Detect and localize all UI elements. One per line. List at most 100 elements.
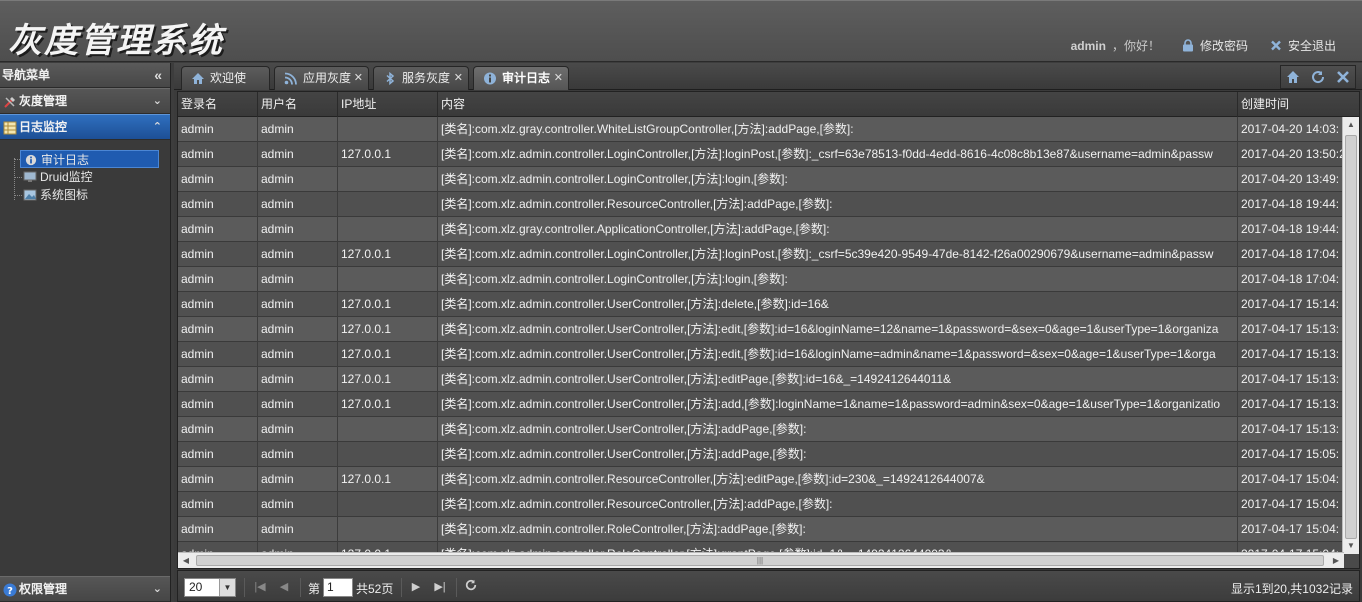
close-tab-icon[interactable]: ✕ (354, 67, 363, 89)
app-header: 灰度管理系统 admin ，你好！ 修改密码 安全退出 (0, 0, 1362, 62)
chevron-down-icon[interactable]: ▼ (219, 579, 235, 596)
table-row[interactable]: admin admin [类名]:com.xlz.gray.controller.W… (178, 117, 1344, 142)
info-icon (484, 72, 496, 85)
scroll-right-icon[interactable]: ▶ (1328, 553, 1344, 568)
scroll-down-icon[interactable]: ▼ (1343, 538, 1359, 554)
table-row[interactable]: admin admin [类名]:com.xlz.admin.controller.… (178, 492, 1344, 517)
change-password-link[interactable]: 修改密码 (1182, 37, 1248, 54)
table-row[interactable]: admin admin 127.0.0.1 [类名]:com.xlz.admin.co… (178, 467, 1344, 492)
last-page-button[interactable]: ▶| (432, 579, 448, 595)
scrollbar-thumb[interactable]: ||| (196, 555, 1324, 566)
tree-item-audit-log[interactable]: 审计日志 (20, 150, 159, 168)
scrollbar-thumb[interactable] (1345, 135, 1357, 539)
close-tab-icon[interactable]: ✕ (554, 67, 563, 89)
table-row[interactable]: admin admin [类名]:com.xlz.gray.controller.A… (178, 217, 1344, 242)
scroll-left-icon[interactable]: ◀ (178, 553, 194, 568)
table-row[interactable]: admin admin [类名]:com.xlz.admin.controller.… (178, 517, 1344, 542)
cell-content: [类名]:com.xlz.admin.controller.UserContro… (438, 367, 1238, 392)
cell-user-name: admin (258, 267, 338, 292)
home-icon (192, 73, 204, 84)
cell-content: [类名]:com.xlz.admin.controller.RoleContro… (438, 517, 1238, 542)
tree-item-druid[interactable]: Druid监控 (0, 168, 170, 186)
chevron-up-icon: ⌃ (152, 121, 162, 133)
tab-service-gray[interactable]: 服务灰度 ✕ (373, 66, 469, 90)
table-row[interactable]: admin admin 127.0.0.1 [类名]:com.xlz.admin.co… (178, 317, 1344, 342)
next-page-button[interactable]: ▶ (408, 579, 424, 595)
cell-user-name: admin (258, 217, 338, 242)
table-row[interactable]: admin admin 127.0.0.1 [类名]:com.xlz.admin.co… (178, 292, 1344, 317)
cell-ip (338, 442, 438, 467)
close-tab-icon[interactable]: ✕ (454, 67, 463, 89)
sidebar-section-gray[interactable]: 灰度管理 ⌄ (0, 88, 170, 114)
tab-welcome[interactable]: 欢迎使用 (181, 66, 270, 107)
table-row[interactable]: admin admin 127.0.0.1 [类名]:com.xlz.admin.co… (178, 367, 1344, 392)
first-page-button[interactable]: |◀ (252, 579, 268, 595)
refresh-icon[interactable] (1311, 70, 1325, 84)
cell-created: 2017-04-17 15:13: (1238, 392, 1344, 417)
table-row[interactable]: admin admin 127.0.0.1 [类名]:com.xlz.admin.co… (178, 242, 1344, 267)
page-size-select[interactable]: 20 ▼ (184, 578, 236, 597)
divider (300, 578, 301, 597)
home-icon[interactable] (1286, 70, 1300, 84)
sidebar-section-logs[interactable]: 日志监控 ⌃ (0, 114, 170, 140)
prev-page-button[interactable]: ◀ (276, 579, 292, 595)
column-header-created[interactable]: 创建时间 (1238, 92, 1359, 117)
cell-created: 2017-04-20 14:03: (1238, 117, 1344, 142)
cell-login-name: admin (178, 292, 258, 317)
collapse-sidebar-icon[interactable]: « (154, 63, 162, 87)
table-row[interactable]: admin admin [类名]:com.xlz.admin.controller.… (178, 442, 1344, 467)
refresh-icon[interactable] (463, 579, 479, 595)
cell-content: [类名]:com.xlz.admin.controller.UserContro… (438, 392, 1238, 417)
cell-ip: 127.0.0.1 (338, 317, 438, 342)
cell-content: [类名]:com.xlz.admin.controller.UserContro… (438, 292, 1238, 317)
cell-login-name: admin (178, 467, 258, 492)
logout-link[interactable]: 安全退出 (1270, 37, 1336, 54)
cell-user-name: admin (258, 142, 338, 167)
tab-app-gray[interactable]: 应用灰度 ✕ (274, 66, 369, 90)
cell-user-name: admin (258, 192, 338, 217)
tree-item-label: 系统图标 (40, 188, 89, 202)
cell-ip: 127.0.0.1 (338, 242, 438, 267)
table-row[interactable]: admin admin [类名]:com.xlz.admin.controller.… (178, 167, 1344, 192)
cell-login-name: admin (178, 242, 258, 267)
tab-audit-log[interactable]: 审计日志 ✕ (473, 66, 569, 90)
sidebar-section-permissions[interactable]: ? 权限管理 ⌄ (0, 576, 170, 602)
cell-ip (338, 492, 438, 517)
grid-header: 登录名 用户名 IP地址 内容 创建时间 (178, 92, 1359, 117)
cell-ip: 127.0.0.1 (338, 467, 438, 492)
table-row[interactable]: admin admin 127.0.0.1 [类名]:com.xlz.admin.co… (178, 392, 1344, 417)
cell-login-name: admin (178, 192, 258, 217)
sidebar: 导航菜单 « 灰度管理 ⌄ 日志监控 ⌃ 审计日志 Druid监控 系统图标 ?… (0, 63, 171, 602)
cell-login-name: admin (178, 392, 258, 417)
cell-created: 2017-04-18 17:04: (1238, 242, 1344, 267)
column-header-login-name[interactable]: 登录名 (178, 92, 258, 117)
cell-user-name: admin (258, 342, 338, 367)
tab-tools (1280, 65, 1356, 89)
divider (401, 578, 402, 597)
horizontal-scrollbar[interactable]: ◀ ||| ▶ (178, 552, 1344, 568)
scroll-up-icon[interactable]: ▲ (1343, 117, 1359, 133)
app-title: 灰度管理系统 (8, 21, 224, 61)
cell-user-name: admin (258, 392, 338, 417)
table-row[interactable]: admin admin [类名]:com.xlz.admin.controller.… (178, 192, 1344, 217)
cell-content: [类名]:com.xlz.admin.controller.ResourceCo… (438, 492, 1238, 517)
vertical-scrollbar[interactable]: ▲ ▼ (1342, 117, 1359, 554)
current-page-input[interactable]: 1 (323, 578, 353, 597)
cell-user-name: admin (258, 417, 338, 442)
cell-content: [类名]:com.xlz.admin.controller.ResourceCo… (438, 192, 1238, 217)
table-row[interactable]: admin admin [类名]:com.xlz.admin.controller.… (178, 267, 1344, 292)
tree-item-system-icons[interactable]: 系统图标 (0, 186, 170, 204)
table-row[interactable]: admin admin [类名]:com.xlz.admin.controller.… (178, 417, 1344, 442)
monitor-icon (23, 171, 37, 182)
column-header-content[interactable]: 内容 (438, 92, 1238, 117)
cell-login-name: admin (178, 492, 258, 517)
pagination-bar: 20 ▼ |◀ ◀ 第 1 共52页 ▶ ▶| 显示1到20,共1032记录 (177, 570, 1360, 602)
table-row[interactable]: admin admin 127.0.0.1 [类名]:com.xlz.admin.co… (178, 342, 1344, 367)
close-icon[interactable] (1336, 70, 1350, 84)
column-header-ip[interactable]: IP地址 (338, 92, 438, 117)
column-header-user-name[interactable]: 用户名 (258, 92, 338, 117)
page-size-value: 20 (189, 580, 203, 594)
table-row[interactable]: admin admin 127.0.0.1 [类名]:com.xlz.admin.co… (178, 142, 1344, 167)
close-x-icon (1271, 40, 1281, 51)
cell-user-name: admin (258, 367, 338, 392)
